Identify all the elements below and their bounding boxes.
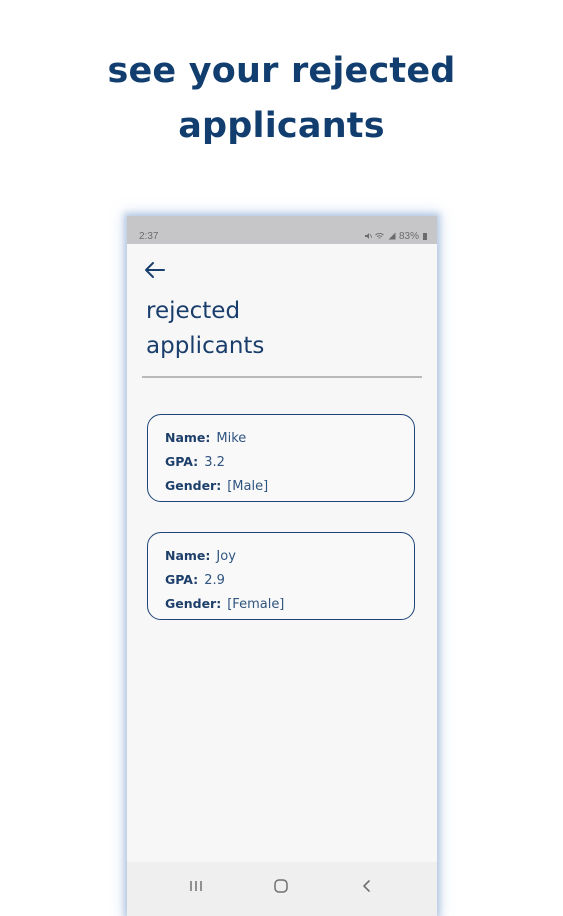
- recents-icon: [190, 881, 202, 891]
- battery-icon: [423, 233, 427, 240]
- gpa-label: GPA:: [165, 572, 199, 587]
- promo-headline-line2: applicants: [178, 106, 385, 146]
- status-icons: 83%: [364, 231, 427, 242]
- gpa-label: GPA:: [165, 454, 199, 469]
- applicant-name: Joy: [216, 549, 236, 564]
- phone-screen: 2:37 83% rejected applicants Name: Mike: [127, 216, 437, 916]
- applicant-gpa: 3.2: [204, 455, 225, 470]
- arrow-left-icon: [145, 262, 165, 278]
- back-button[interactable]: [143, 260, 169, 280]
- name-label: Name:: [165, 430, 211, 445]
- applicant-name: Mike: [216, 431, 247, 446]
- home-icon: [274, 879, 288, 893]
- applicant-card[interactable]: Name: Mike GPA: 3.2 Gender: [Male]: [147, 414, 415, 502]
- applicant-gender: [Female]: [227, 597, 285, 612]
- nav-back-button[interactable]: [352, 874, 382, 898]
- nav-recents-button[interactable]: [181, 874, 211, 898]
- applicant-gender-row: Gender: [Female]: [165, 594, 414, 618]
- applicant-gpa-row: GPA: 2.9: [165, 570, 414, 594]
- applicant-card[interactable]: Name: Joy GPA: 2.9 Gender: [Female]: [147, 532, 415, 620]
- mute-icon: [364, 232, 373, 242]
- wifi-icon: [375, 232, 384, 242]
- applicant-name-row: Name: Mike: [165, 428, 414, 452]
- signal-icon: [387, 232, 396, 242]
- promo-headline-line1: see your rejected: [107, 51, 456, 91]
- name-label: Name:: [165, 548, 211, 563]
- nav-home-button[interactable]: [266, 874, 296, 898]
- applicant-name-row: Name: Joy: [165, 546, 414, 570]
- system-nav-bar: [127, 862, 437, 916]
- applicant-gender: [Male]: [227, 479, 269, 494]
- page-title-line1: rejected: [146, 298, 241, 324]
- page-title-line2: applicants: [146, 333, 265, 359]
- applicant-gpa: 2.9: [204, 573, 225, 588]
- gender-label: Gender:: [165, 596, 222, 611]
- applicant-gpa-row: GPA: 3.2: [165, 452, 414, 476]
- applicant-gender-row: Gender: [Male]: [165, 476, 414, 500]
- title-divider: [142, 376, 422, 378]
- status-time: 2:37: [139, 231, 159, 242]
- battery-percentage: 83%: [398, 231, 419, 242]
- page-title: rejected applicants: [146, 294, 264, 364]
- status-bar: 2:37 83%: [127, 216, 437, 244]
- promo-headline: see your rejected applicants: [0, 44, 563, 154]
- gender-label: Gender:: [165, 478, 222, 493]
- chevron-left-icon: [363, 880, 370, 892]
